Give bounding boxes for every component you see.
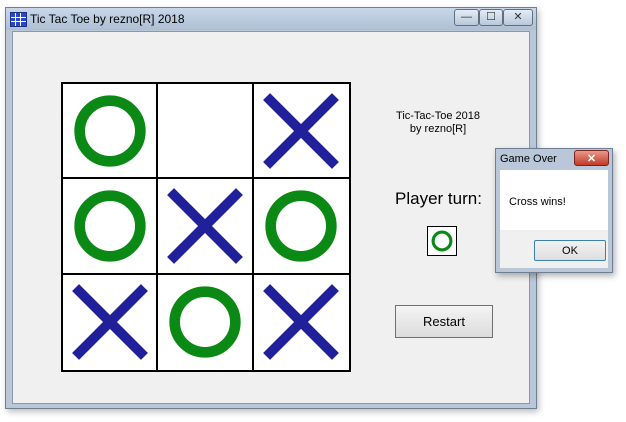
app-icon — [10, 12, 27, 27]
game-info: Tic-Tac-Toe 2018 by rezno[R] — [373, 110, 503, 136]
info-line-1: Tic-Tac-Toe 2018 — [396, 110, 480, 122]
dialog-message: Cross wins! — [509, 196, 566, 208]
current-player-indicator — [427, 226, 457, 256]
title-bar[interactable]: Tic Tac Toe by rezno[R] 2018 — ☐ ✕ — [6, 8, 536, 30]
game-over-dialog: Game Over ✕ Cross wins! OK — [495, 148, 613, 273]
circle-mark-icon — [169, 286, 241, 358]
cross-mark-icon — [263, 284, 340, 361]
info-line-2: by rezno[R] — [409, 123, 467, 135]
close-button[interactable]: ✕ — [503, 9, 533, 26]
circle-mark-icon — [73, 94, 146, 167]
restart-button[interactable]: Restart — [395, 305, 493, 338]
player-turn-label: Player turn: — [395, 189, 482, 208]
main-window: Tic Tac Toe by rezno[R] 2018 — ☐ ✕ Tic-T… — [5, 7, 537, 409]
dialog-close-button[interactable]: ✕ — [574, 150, 609, 166]
cross-mark-icon — [71, 284, 148, 361]
board-cell-7[interactable] — [63, 274, 159, 370]
circle-mark-icon — [431, 230, 453, 252]
dialog-message-area: Cross wins! — [500, 170, 608, 230]
window-title: Tic Tac Toe by rezno[R] 2018 — [30, 12, 185, 26]
board-cell-3[interactable] — [253, 84, 349, 180]
board-cell-8[interactable] — [158, 274, 254, 370]
client-area: Tic-Tac-Toe 2018 by rezno[R] Player turn… — [12, 31, 530, 404]
board-cell-9[interactable] — [253, 274, 349, 370]
game-board — [61, 82, 351, 372]
board-cell-5[interactable] — [158, 179, 254, 275]
maximize-button[interactable]: ☐ — [479, 9, 503, 26]
board-cell-4[interactable] — [63, 179, 159, 275]
minimize-button[interactable]: — — [454, 9, 479, 26]
board-cell-2[interactable] — [158, 84, 254, 180]
ok-button[interactable]: OK — [534, 240, 606, 261]
cross-mark-icon — [167, 188, 243, 264]
circle-mark-icon — [265, 190, 337, 262]
dialog-title: Game Over — [500, 153, 557, 165]
board-cell-6[interactable] — [253, 179, 349, 275]
circle-mark-icon — [73, 190, 146, 262]
board-cell-1[interactable] — [63, 84, 159, 180]
dialog-body: Cross wins! OK — [500, 170, 608, 268]
cross-mark-icon — [263, 92, 340, 169]
